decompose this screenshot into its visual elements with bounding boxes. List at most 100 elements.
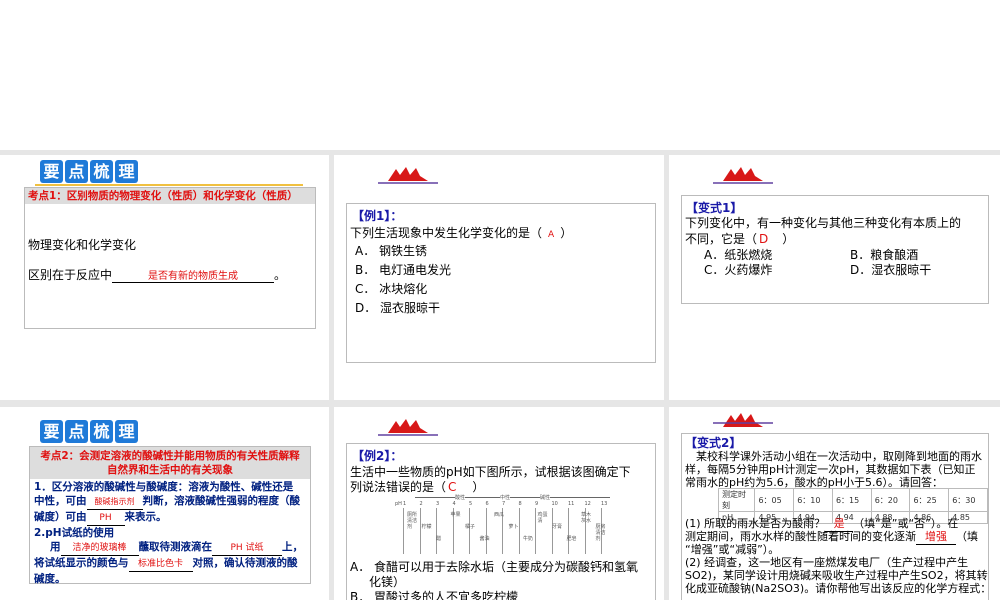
option: B． 电灯通电发光 bbox=[355, 263, 452, 277]
text: 区别在于反应中 bbox=[28, 268, 113, 282]
ph-tick-line bbox=[436, 508, 437, 554]
ph-tick: 6 bbox=[485, 501, 489, 507]
table-cell: 6：05 bbox=[754, 488, 795, 512]
badge-char: 梳 bbox=[90, 420, 113, 443]
text: 列说法错误的是（ bbox=[350, 480, 447, 494]
content-box: 【例1】： 下列生活现象中发生化学变化的是（ A ） A． 钢铁生锈 B． 电灯通电… bbox=[346, 203, 656, 363]
option: C．火药爆炸 bbox=[704, 263, 773, 277]
question: 下列生活现象中发生化学变化的是（ A ） bbox=[350, 224, 572, 241]
option: C． 冰块熔化 bbox=[355, 282, 428, 296]
logo-icon bbox=[378, 419, 438, 436]
ph-tick: 8 bbox=[518, 501, 522, 507]
option: A． 钢铁生锈 bbox=[355, 244, 428, 258]
ph-tick: 10 bbox=[551, 501, 558, 507]
answer: D bbox=[759, 232, 769, 246]
answer: C bbox=[448, 480, 457, 494]
divider bbox=[35, 184, 303, 186]
content-box: 【变式2】 某校科学课外活动小组在一次活动中，取刚降到地面的雨水 样，每隔5分钟… bbox=[681, 433, 991, 600]
top-blank-area bbox=[0, 0, 1000, 150]
text: 不同，它是（ bbox=[685, 232, 758, 246]
content: 1．区分溶液的酸碱性与酸碱度：溶液为酸性、碱性还是 中性，可由 酸碱指示剂 判断，溶… bbox=[30, 479, 310, 587]
text-line: 1．区分溶液的酸碱性与酸碱度：溶液为酸性、碱性还是 bbox=[34, 481, 294, 493]
content-box: 考点1：区别物质的物理变化（性质）和化学变化（性质） 物理变化和化学变化 区别在… bbox=[24, 187, 316, 329]
ph-item-label: 厕所清洁剂 bbox=[407, 512, 418, 530]
ph-item-label: 酱油 bbox=[479, 536, 490, 542]
text: ） bbox=[472, 480, 485, 494]
text: 蘸取待测液滴在 bbox=[138, 541, 213, 553]
badge-char: 点 bbox=[65, 160, 88, 183]
text-line: 用洁净的玻璃棒 蘸取待测液滴在 PH 试纸 上， bbox=[34, 540, 306, 556]
ph-tick-line bbox=[403, 508, 404, 554]
ph-axis bbox=[415, 497, 610, 498]
logo-icon bbox=[713, 413, 773, 427]
badge-char: 理 bbox=[115, 160, 138, 183]
table-cell: 6：15 bbox=[831, 488, 872, 512]
ph-tick: 3 bbox=[436, 501, 440, 507]
badge-char: 理 bbox=[115, 420, 138, 443]
ph-tick: 13 bbox=[601, 501, 608, 507]
text: 对照，确认待测液的酸 bbox=[192, 557, 298, 569]
option: D． 湿衣服晾干 bbox=[355, 301, 441, 315]
question: 列说法错误的是（ C ） bbox=[350, 478, 484, 495]
topic-header: 考点1：区别物质的物理变化（性质）和化学变化（性质） bbox=[25, 188, 315, 204]
badge-char: 梳 bbox=[90, 160, 113, 183]
example-title: 【例1】： bbox=[352, 209, 403, 223]
answer-blank: PH 试纸 bbox=[212, 541, 282, 556]
question: 不同，它是（ D ） bbox=[685, 230, 794, 247]
ph-item-label: 醋 bbox=[436, 536, 442, 542]
table-row: 测定时刻 6：05 6：10 6：15 6：20 6：25 6：30 bbox=[717, 488, 988, 512]
answer: A bbox=[548, 230, 555, 240]
ph-tick: 7 bbox=[502, 501, 506, 507]
text: 碱度）可由 bbox=[34, 511, 87, 523]
region-label: 碱性 bbox=[540, 494, 551, 501]
slide-3[interactable]: 【变式1】 下列变化中，有一种变化与其他三种变化有本质上的 不同，它是（ D） A… bbox=[669, 155, 1000, 400]
ph-label: pH bbox=[395, 501, 402, 507]
topic-header: 考点2：会测定溶液的酸碱性并能用物质的有关性质解释 自然界和生活中的有关现象 bbox=[30, 447, 310, 479]
ph-tick-line bbox=[535, 508, 536, 554]
ph-item-label: 草木灰水 bbox=[581, 512, 592, 524]
slide-4[interactable]: 要点梳理 考点2：会测定溶液的酸碱性并能用物质的有关性质解释 自然界和生活中的有关… bbox=[0, 407, 329, 600]
answer-blank: 是否有新的物质生成 bbox=[112, 267, 275, 283]
text: 。 bbox=[274, 268, 287, 282]
ph-tick-line bbox=[419, 508, 421, 554]
ph-item-label: 牛奶 bbox=[523, 536, 534, 542]
ph-item-label: 厨房清洁剂 bbox=[595, 524, 606, 542]
ph-item-label: 橘子 bbox=[465, 524, 476, 530]
slide-5[interactable]: 【例2】： 生活中一些物质的pH如下图所示，试根据该图确定下 列说法错误的是（ C… bbox=[334, 407, 664, 600]
badge-char: 要 bbox=[40, 160, 63, 183]
ph-tick: 9 bbox=[535, 501, 539, 507]
answer-blank: 洁净的玻璃棒 bbox=[60, 541, 139, 556]
ph-tick-line bbox=[485, 508, 487, 554]
header-line: 考点2：会测定溶液的酸碱性并能用物质的有关性质解释 bbox=[40, 450, 300, 462]
slide-6[interactable]: 【变式2】 某校科学课外活动小组在一次活动中，取刚降到地面的雨水 样，每隔5分钟… bbox=[669, 407, 1000, 600]
ph-tick: 5 bbox=[469, 501, 473, 507]
table-cell: 6：25 bbox=[909, 488, 950, 512]
ph-diagram: 酸性 中性 碱性 pH 1 2 3 4 5 6 7 8 9 10 11 12 13 厕所清洁剂 柠檬醋苹果… bbox=[395, 494, 615, 556]
text-line: 将试纸显示的颜色与 标准比色卡 对照，确认待测液的酸 bbox=[34, 556, 306, 572]
content-box: 【变式1】 下列变化中，有一种变化与其他三种变化有本质上的 不同，它是（ D） A… bbox=[681, 195, 989, 304]
slide-1[interactable]: 要点梳理 考点1：区别物质的物理变化（性质）和化学变化（性质） 物理变化和化学变… bbox=[0, 155, 329, 400]
ph-item-label: 西瓜 bbox=[494, 512, 505, 518]
ph-item-label: 萝卜 bbox=[508, 524, 519, 530]
text: 将试纸显示的颜色与 bbox=[34, 557, 129, 569]
ph-item-label: 牙膏 bbox=[552, 524, 563, 530]
example-title: 【例2】： bbox=[352, 449, 403, 463]
ph-item-label: 苹果 bbox=[450, 512, 461, 518]
logo-icon bbox=[713, 167, 773, 184]
ph-item-label: 柠檬 bbox=[421, 524, 432, 530]
ph-tick: 4 bbox=[452, 501, 456, 507]
text-line: 2.pH试纸的使用 bbox=[34, 527, 115, 539]
table-cell: 6：30 bbox=[948, 488, 988, 512]
ph-tick-line bbox=[518, 508, 520, 554]
text-line: 中性，可由 酸碱指示剂 判断，溶液酸碱性强弱的程度（酸 bbox=[34, 494, 306, 510]
answer-blank: 增强 bbox=[916, 528, 956, 545]
table-cell: 6：10 bbox=[793, 488, 833, 512]
region-label: 酸性 bbox=[455, 494, 466, 501]
answer-blank: 酸碱指示剂 bbox=[86, 495, 143, 510]
content-box: 考点2：会测定溶液的酸碱性并能用物质的有关性质解释 自然界和生活中的有关现象 1．… bbox=[29, 446, 311, 587]
slide-2[interactable]: 【例1】： 下列生活现象中发生化学变化的是（ A ） A． 钢铁生锈 B． 电灯通电… bbox=[334, 155, 664, 400]
ph-tick-line bbox=[568, 508, 569, 554]
ph-tick: 1 bbox=[403, 501, 407, 507]
answer-blank: 标准比色卡 bbox=[128, 557, 193, 572]
header-line: 自然界和生活中的有关现象 bbox=[107, 464, 233, 476]
